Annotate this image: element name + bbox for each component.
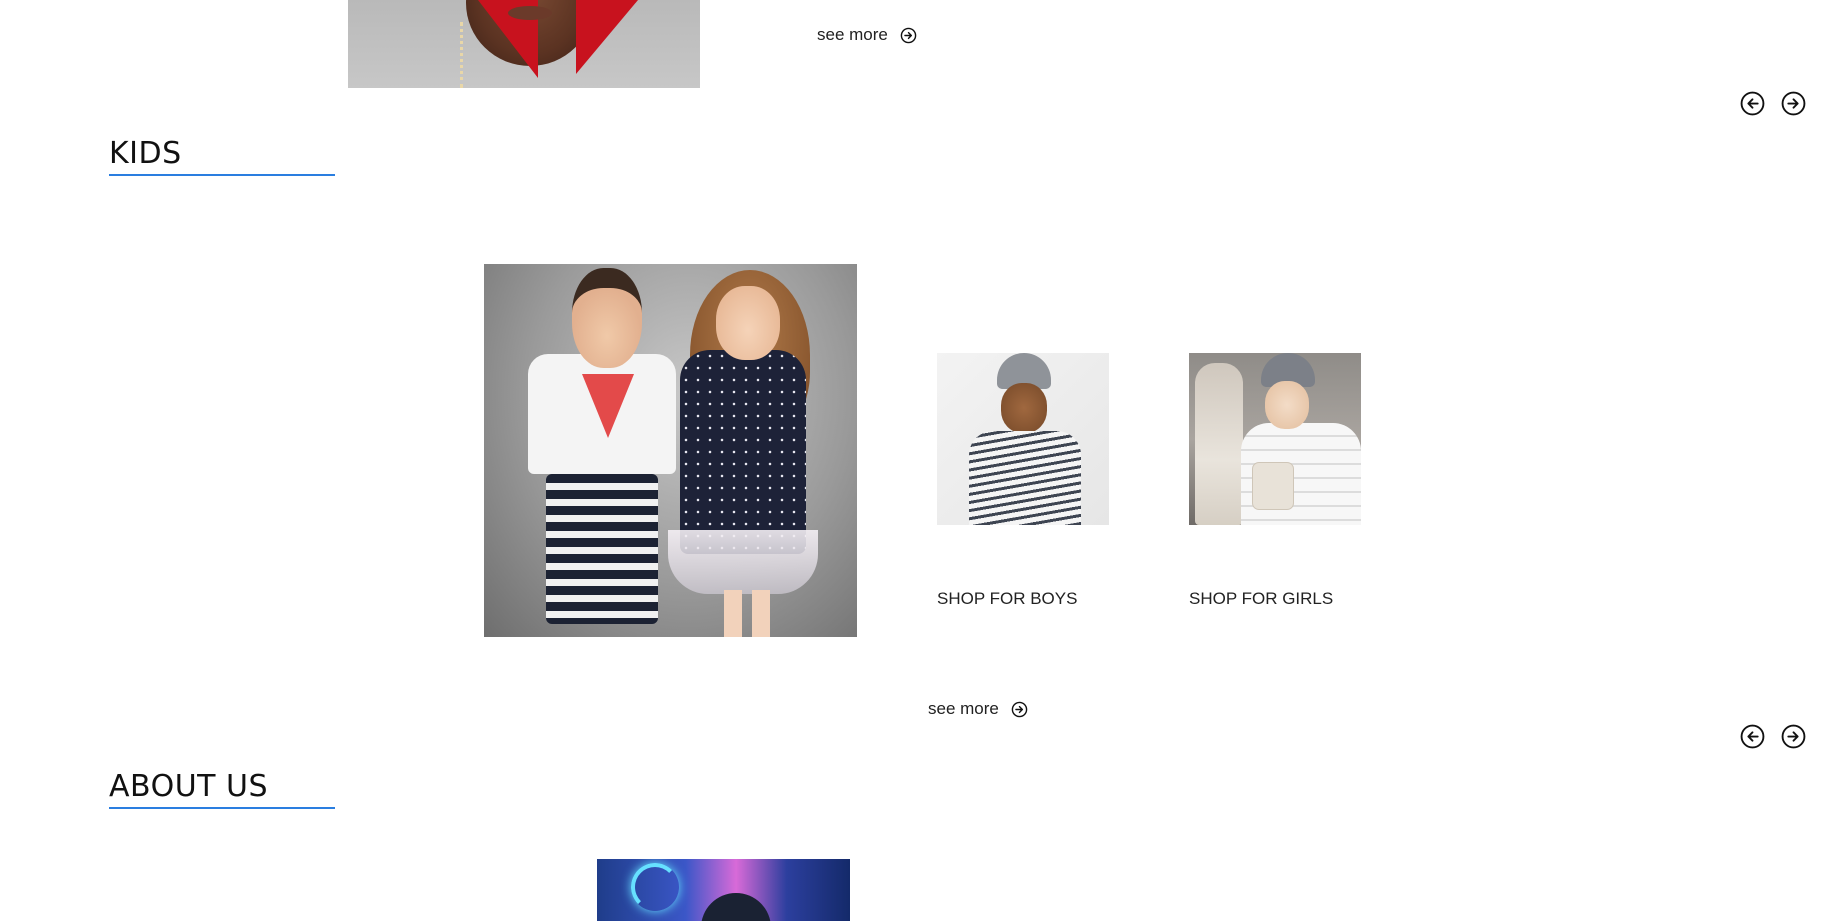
arrow-right-circle-icon (900, 27, 917, 43)
prev-arrow-icon[interactable] (1740, 91, 1765, 116)
prev-arrow-icon[interactable] (1740, 724, 1765, 749)
shop-for-girls-label[interactable]: SHOP FOR GIRLS (1189, 589, 1333, 609)
featured-see-more-link[interactable]: see more (817, 25, 917, 45)
shop-for-boys-label[interactable]: SHOP FOR BOYS (937, 589, 1077, 609)
next-arrow-icon[interactable] (1781, 91, 1806, 116)
kids-carousel-nav (1740, 724, 1806, 749)
kids-section-title: KIDS (109, 136, 335, 176)
page: see more KIDS SHOP FOR BOYS SHOP FOR GIR… (0, 0, 1831, 921)
about-section-title: ABOUT US (109, 769, 335, 809)
kids-hero-image (484, 264, 857, 637)
shop-for-boys-image[interactable] (937, 353, 1109, 525)
featured-see-more-label: see more (817, 25, 888, 44)
about-photo (597, 859, 850, 921)
shop-for-boys-card[interactable]: SHOP FOR BOYS (937, 353, 1109, 608)
shop-for-girls-image[interactable] (1189, 353, 1361, 525)
kids-see-more-label: see more (928, 699, 999, 718)
featured-photo (348, 0, 700, 88)
featured-carousel-nav (1740, 91, 1806, 116)
shop-for-girls-card[interactable]: SHOP FOR GIRLS (1189, 353, 1361, 608)
arrow-right-circle-icon (1011, 701, 1028, 717)
next-arrow-icon[interactable] (1781, 724, 1806, 749)
kids-see-more-link[interactable]: see more (928, 699, 1028, 719)
